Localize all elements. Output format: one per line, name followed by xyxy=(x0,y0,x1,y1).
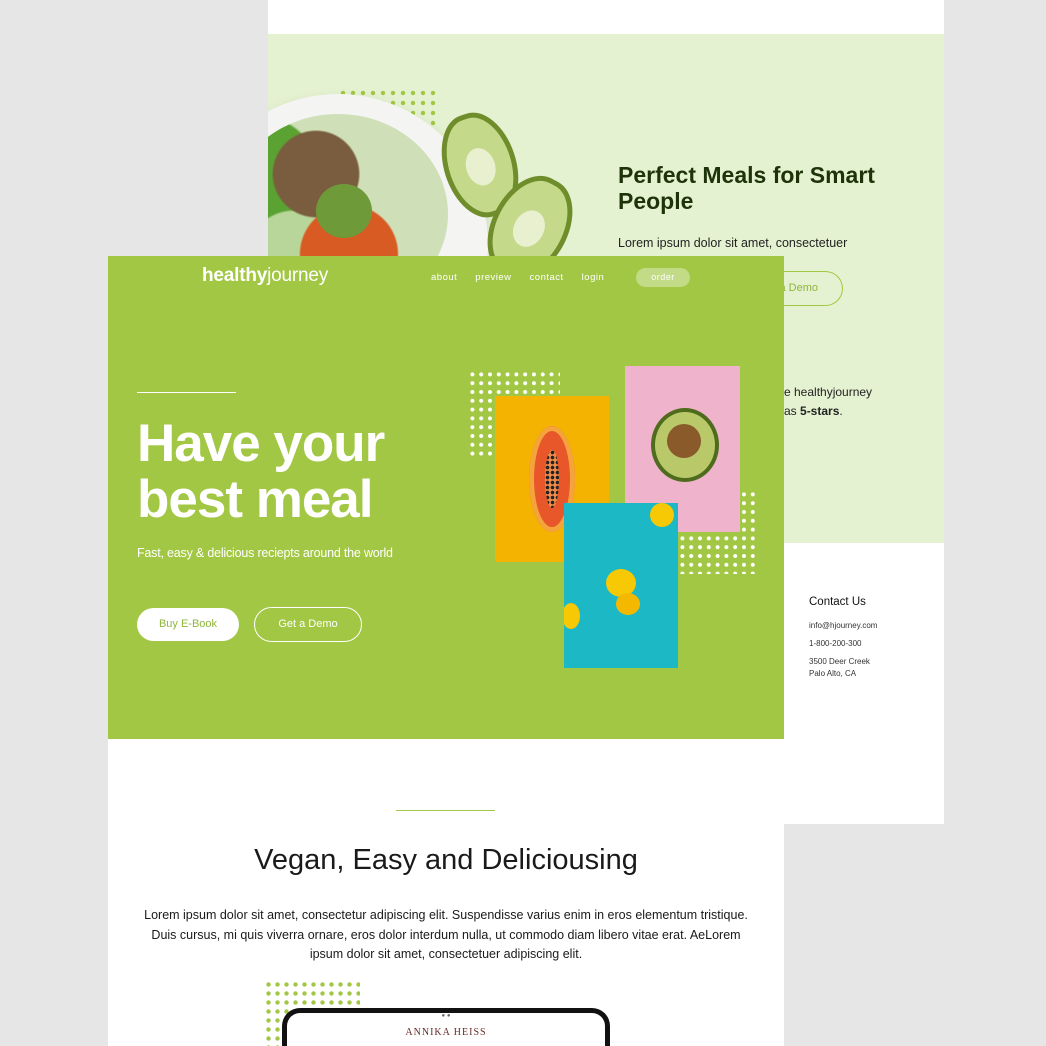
hero-section: healthyjourney about preview contact log… xyxy=(108,256,784,739)
pesto-image xyxy=(316,184,372,238)
get-demo-button[interactable]: Get a Demo xyxy=(254,607,362,642)
section-text: Lorem ipsum dolor sit amet, consectetur … xyxy=(144,908,748,961)
hero-title: Have your best meal xyxy=(137,414,385,529)
tablet-author-name: ANNIKA HEISS xyxy=(405,1027,487,1038)
camera-icon: ● ● xyxy=(441,1013,451,1019)
order-button[interactable]: order xyxy=(636,268,690,287)
testimonial-line: as 5-stars. xyxy=(784,404,843,418)
brand-logo[interactable]: healthyjourney xyxy=(202,265,328,287)
front-page: healthyjourney about preview contact log… xyxy=(108,256,784,1046)
nav-item-login[interactable]: login xyxy=(582,272,605,283)
contact-phone[interactable]: 1-800-200-300 xyxy=(809,638,877,650)
contact-address-line: Palo Alto, CA xyxy=(809,669,857,678)
back-demo-button[interactable]: a Demo xyxy=(778,271,843,306)
brand-logo-light: journey xyxy=(267,265,329,286)
testimonial-prefix: as xyxy=(784,404,801,418)
main-nav: about preview contact login xyxy=(431,272,604,283)
back-demo-label: a Demo xyxy=(779,282,818,294)
mockup-stage: Perfect Meals for Smart People Lorem ips… xyxy=(0,0,1046,1046)
contact-title: Contact Us xyxy=(809,596,866,608)
rating-text: 5-stars xyxy=(800,404,840,418)
section-title: Vegan, Easy and Deliciousing xyxy=(254,844,638,876)
back-page-title: Perfect Meals for Smart People xyxy=(618,162,875,214)
contact-address-line: 3500 Deer Creek xyxy=(809,657,870,666)
testimonial-suffix: . xyxy=(839,404,843,418)
brand-logo-bold: healthy xyxy=(202,265,268,286)
testimonial-line: e healthyjourney xyxy=(784,385,873,399)
nav-item-preview[interactable]: preview xyxy=(475,272,511,283)
divider xyxy=(396,810,495,811)
nav-item-contact[interactable]: contact xyxy=(530,272,564,283)
divider xyxy=(137,392,236,393)
nav-item-about[interactable]: about xyxy=(431,272,457,283)
lemon-image xyxy=(564,503,678,668)
contact-block: Contact Us info@hjourney.com 1-800-200-3… xyxy=(809,596,877,680)
hero-subtitle: Fast, easy & delicious reciepts around t… xyxy=(137,546,393,560)
buy-ebook-button[interactable]: Buy E-Book xyxy=(137,608,239,641)
back-page-text: Lorem ipsum dolor sit amet, consectetuer xyxy=(618,236,848,250)
tablet-mockup: ● ● ANNIKA HEISS xyxy=(282,1008,610,1046)
contact-email[interactable]: info@hjourney.com xyxy=(809,620,877,632)
